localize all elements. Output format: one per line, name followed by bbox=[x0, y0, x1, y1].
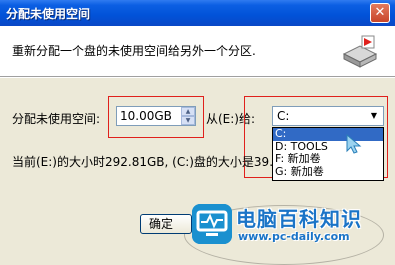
dropdown-option[interactable]: G: 新加卷 bbox=[273, 166, 383, 179]
close-button[interactable]: ✕ bbox=[370, 3, 390, 23]
spin-down-icon[interactable]: ▼ bbox=[181, 116, 195, 125]
dropdown-option[interactable]: D: TOOLS bbox=[273, 141, 383, 154]
disk-wizard-icon bbox=[342, 35, 378, 68]
header-description: 重新分配一个盘的未使用空间给另外一个分区. bbox=[12, 44, 256, 58]
spin-up-icon[interactable]: ▲ bbox=[181, 107, 195, 116]
window-title: 分配未使用空间 bbox=[6, 6, 91, 21]
chevron-down-icon[interactable]: ▼ bbox=[366, 108, 382, 124]
target-selected: C: bbox=[277, 109, 290, 123]
watermark: 电脑百科知识 www.pc-daily.com bbox=[192, 200, 392, 248]
ok-button-label: 确定(O) bbox=[149, 217, 174, 231]
size-info-text: 当前(E:)的大小时292.81GB, (C:)盘的大小是39.30G bbox=[12, 155, 272, 169]
mouse-cursor-icon bbox=[346, 133, 362, 154]
alloc-label: 分配未使用空间: bbox=[12, 112, 101, 126]
size-value[interactable]: 10.00GB bbox=[120, 109, 172, 123]
wizard-header: 重新分配一个盘的未使用空间给另外一个分区. bbox=[0, 26, 395, 77]
title-bar[interactable]: 分配未使用空间 ✕ bbox=[0, 0, 395, 26]
ok-button[interactable]: 确定(O) bbox=[140, 214, 192, 234]
target-dropdown-list[interactable]: C: D: TOOLS F: 新加卷 G: 新加卷 bbox=[272, 127, 384, 181]
close-icon: ✕ bbox=[374, 5, 386, 20]
dropdown-option[interactable]: F: 新加卷 bbox=[273, 153, 383, 166]
size-spinner[interactable]: 10.00GB ▲ ▼ bbox=[116, 106, 196, 126]
header-divider bbox=[0, 77, 395, 78]
spinner-arrows[interactable]: ▲ ▼ bbox=[181, 107, 195, 125]
target-partition-select[interactable]: C: ▼ bbox=[272, 106, 384, 126]
monitor-logo-icon bbox=[192, 204, 232, 244]
dropdown-option[interactable]: C: bbox=[273, 128, 383, 141]
watermark-text: 电脑百科知识 bbox=[236, 207, 362, 231]
watermark-url: www.pc-daily.com bbox=[238, 230, 350, 243]
